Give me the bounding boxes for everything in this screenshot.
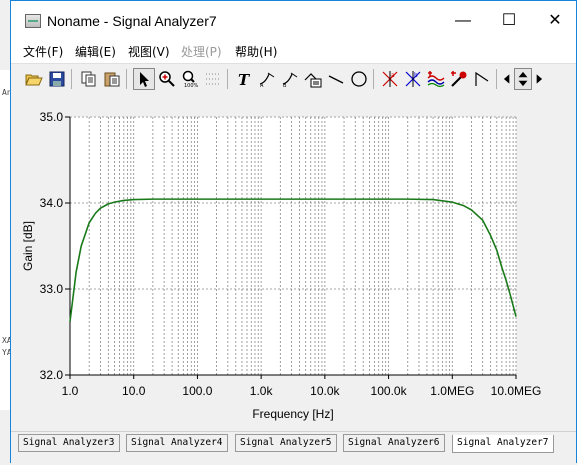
- x-tick-label: 10.0MEG: [491, 384, 542, 398]
- x-tick-label: 1.0: [62, 384, 79, 398]
- toolbar-separator: [373, 69, 374, 89]
- step-icon[interactable]: [471, 68, 493, 90]
- open-icon[interactable]: [23, 68, 45, 90]
- y-tick-label: 32.0: [40, 368, 64, 382]
- paste-icon[interactable]: [101, 68, 123, 90]
- waves-icon[interactable]: [425, 68, 447, 90]
- x-tick-label: 10.0k: [310, 384, 340, 398]
- y-tick-label: 35.0: [40, 110, 64, 124]
- svg-text:a: a: [391, 72, 395, 79]
- menu-bar: 文件(F) 编辑(E) 视图(V) 处理(P) 帮助(H): [11, 41, 576, 61]
- toolbar: 100% T A B a b: [11, 63, 576, 97]
- cursor-b-icon[interactable]: B: [279, 68, 301, 90]
- title-bar[interactable]: Noname - Signal Analyzer7 — ☐ ✕: [11, 1, 576, 41]
- x-tick-label: 1.0k: [250, 384, 274, 398]
- y-tick-label: 33.0: [40, 282, 64, 296]
- toolbar-separator: [126, 69, 127, 89]
- window-title: Noname - Signal Analyzer7: [47, 13, 217, 29]
- menu-file[interactable]: 文件(F): [23, 43, 63, 60]
- zoom-100-icon[interactable]: 100%: [179, 68, 201, 90]
- marker-a-icon[interactable]: a: [379, 68, 401, 90]
- tab-signal-analyzer6[interactable]: Signal Analyzer6: [343, 434, 445, 452]
- tab-signal-analyzer4[interactable]: Signal Analyzer4: [126, 434, 228, 452]
- x-tick-label: 10.0: [122, 384, 146, 398]
- y-tick-label: 34.0: [40, 196, 64, 210]
- label-icon[interactable]: [302, 68, 324, 90]
- grid-icon[interactable]: [202, 68, 224, 90]
- app-icon: [25, 14, 41, 28]
- plot-area: 32.0 33.0 34.0 35.0 1.0 10.0 100.0 1.0k 10.0k 100…: [11, 96, 576, 431]
- maximize-button[interactable]: ☐: [486, 1, 532, 41]
- close-button[interactable]: ✕: [532, 1, 577, 41]
- tab-signal-analyzer3[interactable]: Signal Analyzer3: [18, 434, 120, 452]
- menu-edit[interactable]: 编辑(E): [75, 43, 116, 60]
- svg-text:B: B: [283, 83, 287, 88]
- probe-icon[interactable]: [448, 68, 470, 90]
- arrow-right-icon[interactable]: [532, 68, 546, 90]
- line-icon[interactable]: [325, 68, 347, 90]
- signal-analyzer-window: Noname - Signal Analyzer7 — ☐ ✕ 文件(F) 编辑…: [10, 0, 577, 465]
- svg-text:b: b: [414, 72, 418, 79]
- analyzer-tabs: Signal Analyzer3 Signal Analyzer4 Signal…: [11, 431, 576, 465]
- svg-text:100%: 100%: [184, 83, 199, 88]
- toolbar-separator: [227, 69, 228, 89]
- y-axis-label: Gain [dB]: [21, 221, 35, 271]
- x-tick-label: 100.0: [182, 384, 212, 398]
- zoom-in-icon[interactable]: [156, 68, 178, 90]
- menu-help[interactable]: 帮助(H): [235, 43, 277, 60]
- text-icon[interactable]: T: [233, 68, 255, 90]
- marker-b-icon[interactable]: b: [402, 68, 424, 90]
- gain-chart[interactable]: 32.0 33.0 34.0 35.0 1.0 10.0 100.0 1.0k 10.0k 100…: [11, 96, 576, 431]
- x-axis-label: Frequency [Hz]: [252, 407, 333, 421]
- cursor-a-icon[interactable]: A: [256, 68, 278, 90]
- pointer-icon[interactable]: [133, 68, 155, 90]
- tab-signal-analyzer7[interactable]: Signal Analyzer7: [452, 435, 554, 453]
- arrow-updown-icon[interactable]: [514, 68, 532, 90]
- save-icon[interactable]: [46, 68, 68, 90]
- svg-text:T: T: [238, 71, 251, 88]
- circle-icon[interactable]: [348, 68, 370, 90]
- toolbar-separator: [71, 69, 72, 89]
- svg-text:A: A: [260, 83, 264, 88]
- menu-view[interactable]: 视图(V): [128, 43, 170, 60]
- x-tick-label: 100.0k: [371, 384, 408, 398]
- copy-icon[interactable]: [78, 68, 100, 90]
- tab-signal-analyzer5[interactable]: Signal Analyzer5: [235, 434, 337, 452]
- toolbar-separator: [496, 69, 497, 89]
- minimize-button[interactable]: —: [440, 1, 486, 41]
- arrow-left-icon[interactable]: [500, 68, 514, 90]
- menu-process[interactable]: 处理(P): [181, 43, 222, 60]
- x-tick-label: 1.0MEG: [430, 384, 474, 398]
